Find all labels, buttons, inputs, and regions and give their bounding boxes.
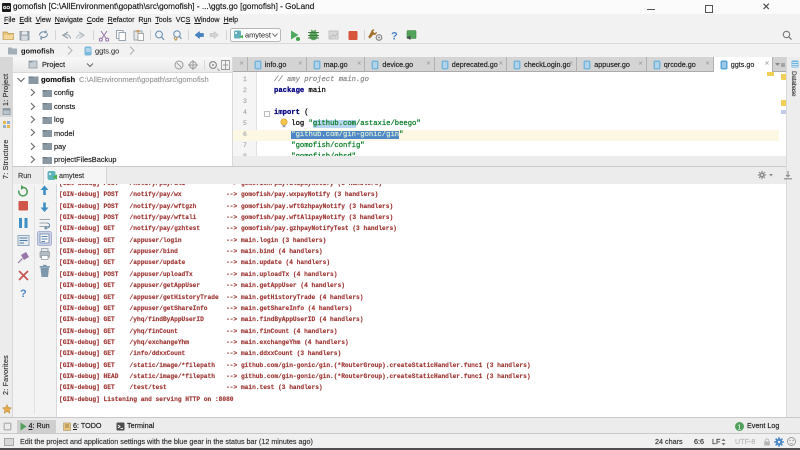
svg-text:amytest: amytest — [245, 31, 271, 40]
svg-text:1: 1 — [737, 424, 741, 431]
svg-text:gomofish: gomofish — [21, 47, 55, 56]
svg-text:ggts.go: ggts.go — [95, 47, 119, 56]
svg-text:?: ? — [20, 288, 27, 300]
svg-text:?: ? — [391, 31, 398, 43]
